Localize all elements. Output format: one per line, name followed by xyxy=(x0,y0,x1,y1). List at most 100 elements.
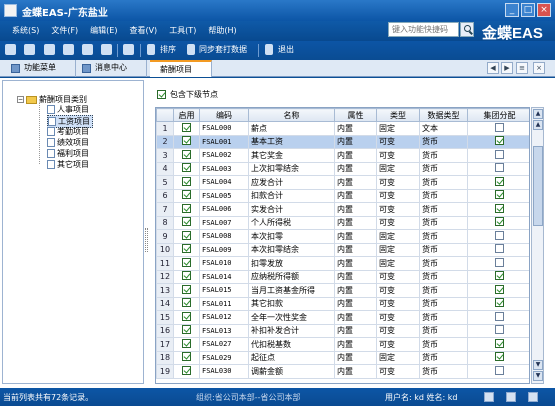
calendar-icon[interactable] xyxy=(484,392,494,402)
scroll-top-icon[interactable]: ▲ xyxy=(533,109,543,119)
scroll-down-icon[interactable]: ▼ xyxy=(533,360,543,370)
checked-checkbox-icon[interactable] xyxy=(182,122,191,132)
group-assign-checkbox[interactable] xyxy=(467,364,529,379)
exit-button[interactable]: 退出 xyxy=(278,44,294,55)
enabled-checkbox[interactable] xyxy=(173,121,200,136)
tab-list-icon[interactable]: ≡ xyxy=(516,62,528,74)
enabled-checkbox[interactable] xyxy=(173,215,200,230)
unchecked-checkbox-icon[interactable] xyxy=(495,244,504,254)
unchecked-checkbox-icon[interactable] xyxy=(495,311,504,321)
scroll-bottom-icon[interactable]: ▼ xyxy=(533,371,543,381)
table-row[interactable]: 9 FSAL008 本次扣零 内置 固定 货币 xyxy=(156,229,529,244)
table-row[interactable]: 12 FSAL014 应纳税所得额 内置 可变 货币 xyxy=(156,269,529,284)
table-row[interactable]: 4 FSAL003 上次扣零结余 内置 固定 货币 xyxy=(156,161,529,176)
group-assign-checkbox[interactable] xyxy=(467,161,529,176)
edit-icon[interactable] xyxy=(44,44,55,55)
checked-checkbox-icon[interactable] xyxy=(495,190,504,200)
tab-function-menu[interactable]: 功能菜单 xyxy=(6,60,76,77)
checked-checkbox-icon[interactable] xyxy=(495,176,504,186)
group-assign-checkbox[interactable] xyxy=(467,323,529,338)
group-assign-checkbox[interactable] xyxy=(467,283,529,298)
enabled-checkbox[interactable] xyxy=(173,202,200,217)
enabled-checkbox[interactable] xyxy=(173,269,200,284)
enabled-checkbox[interactable] xyxy=(173,337,200,352)
enabled-checkbox[interactable] xyxy=(173,188,200,203)
unchecked-checkbox-icon[interactable] xyxy=(495,122,504,132)
checked-checkbox-icon[interactable] xyxy=(182,217,191,227)
checked-checkbox-icon[interactable] xyxy=(182,298,191,308)
enabled-checkbox[interactable] xyxy=(173,310,200,325)
group-assign-checkbox[interactable] xyxy=(467,229,529,244)
table-row[interactable]: 3 FSAL002 其它奖金 内置 可变 货币 xyxy=(156,148,529,163)
column-header[interactable]: 编码 xyxy=(199,108,249,122)
group-assign-checkbox[interactable] xyxy=(467,215,529,230)
table-row[interactable]: 17 FSAL027 代扣税基数 内置 可变 货币 xyxy=(156,337,529,352)
new-icon[interactable] xyxy=(5,44,16,55)
enabled-checkbox[interactable] xyxy=(173,256,200,271)
checked-checkbox-icon[interactable] xyxy=(182,284,191,294)
sort-button[interactable]: 排序 xyxy=(160,44,176,55)
tree-item[interactable]: 其它项目 xyxy=(47,159,91,170)
tab-salary-items[interactable]: 薪酬项目 xyxy=(150,60,212,77)
unchecked-checkbox-icon[interactable] xyxy=(495,163,504,173)
checked-checkbox-icon[interactable] xyxy=(182,325,191,335)
table-row[interactable]: 16 FSAL013 补扣补发合计 内置 可变 货币 xyxy=(156,323,529,338)
column-header[interactable]: 名称 xyxy=(248,108,335,122)
include-children-option[interactable]: 包含下级节点 xyxy=(157,89,218,100)
table-row[interactable]: 11 FSAL010 扣零发放 内置 固定 货币 xyxy=(156,256,529,271)
table-row[interactable]: 13 FSAL015 当月工资基金所得 内置 可变 货币 xyxy=(156,283,529,298)
group-assign-checkbox[interactable] xyxy=(467,242,529,257)
checked-checkbox-icon[interactable] xyxy=(495,338,504,348)
panel-splitter[interactable] xyxy=(145,228,148,252)
table-row[interactable]: 7 FSAL006 实发合计 内置 可变 货币 xyxy=(156,202,529,217)
maximize-icon[interactable]: □ xyxy=(521,3,535,17)
column-header[interactable]: 启用 xyxy=(173,108,200,122)
group-assign-checkbox[interactable] xyxy=(467,296,529,311)
table-row[interactable]: 2 FSAL001 基本工资 内置 可变 货币 xyxy=(156,134,529,149)
include-children-checkbox[interactable] xyxy=(157,90,166,99)
checked-checkbox-icon[interactable] xyxy=(495,298,504,308)
group-assign-checkbox[interactable] xyxy=(467,256,529,271)
checked-checkbox-icon[interactable] xyxy=(495,217,504,227)
column-header[interactable] xyxy=(156,108,174,122)
column-header[interactable]: 类型 xyxy=(376,108,420,122)
menu-edit[interactable]: 编辑(E) xyxy=(90,25,117,36)
enabled-checkbox[interactable] xyxy=(173,350,200,365)
group-assign-checkbox[interactable] xyxy=(467,269,529,284)
menu-view[interactable]: 查看(V) xyxy=(129,25,157,36)
unchecked-checkbox-icon[interactable] xyxy=(495,325,504,335)
tab-next-icon[interactable]: ▶ xyxy=(501,62,513,74)
refresh-icon[interactable] xyxy=(82,44,93,55)
checked-checkbox-icon[interactable] xyxy=(182,163,191,173)
column-header[interactable]: 数据类型 xyxy=(419,108,468,122)
vertical-scrollbar[interactable]: ▲ ▲ ▼ ▼ xyxy=(531,107,544,384)
table-row[interactable]: 6 FSAL005 扣款合计 内置 可变 货币 xyxy=(156,188,529,203)
group-assign-checkbox[interactable] xyxy=(467,310,529,325)
enabled-checkbox[interactable] xyxy=(173,283,200,298)
menu-tools[interactable]: 工具(T) xyxy=(169,25,196,36)
delete-icon[interactable] xyxy=(63,44,74,55)
collapse-icon[interactable]: − xyxy=(17,96,24,103)
message-icon[interactable] xyxy=(506,392,516,402)
unchecked-checkbox-icon[interactable] xyxy=(495,149,504,159)
menu-help[interactable]: 帮助(H) xyxy=(208,25,236,36)
checked-checkbox-icon[interactable] xyxy=(182,352,191,362)
checked-checkbox-icon[interactable] xyxy=(182,136,191,146)
group-assign-checkbox[interactable] xyxy=(467,202,529,217)
save-icon[interactable] xyxy=(24,44,35,55)
scroll-up-icon[interactable]: ▲ xyxy=(533,120,543,130)
group-assign-checkbox[interactable] xyxy=(467,121,529,136)
column-header[interactable]: 属性 xyxy=(334,108,377,122)
group-assign-checkbox[interactable] xyxy=(467,175,529,190)
enabled-checkbox[interactable] xyxy=(173,323,200,338)
group-assign-checkbox[interactable] xyxy=(467,148,529,163)
tab-message-center[interactable]: 消息中心 xyxy=(77,60,147,77)
checked-checkbox-icon[interactable] xyxy=(495,271,504,281)
group-assign-checkbox[interactable] xyxy=(467,134,529,149)
enabled-checkbox[interactable] xyxy=(173,175,200,190)
enabled-checkbox[interactable] xyxy=(173,134,200,149)
tree-item[interactable]: 人事项目 xyxy=(47,104,91,115)
tree-item[interactable]: 福利项目 xyxy=(47,148,91,159)
table-row[interactable]: 1 FSAL000 薪点 内置 固定 文本 xyxy=(156,121,529,136)
checked-checkbox-icon[interactable] xyxy=(182,257,191,267)
